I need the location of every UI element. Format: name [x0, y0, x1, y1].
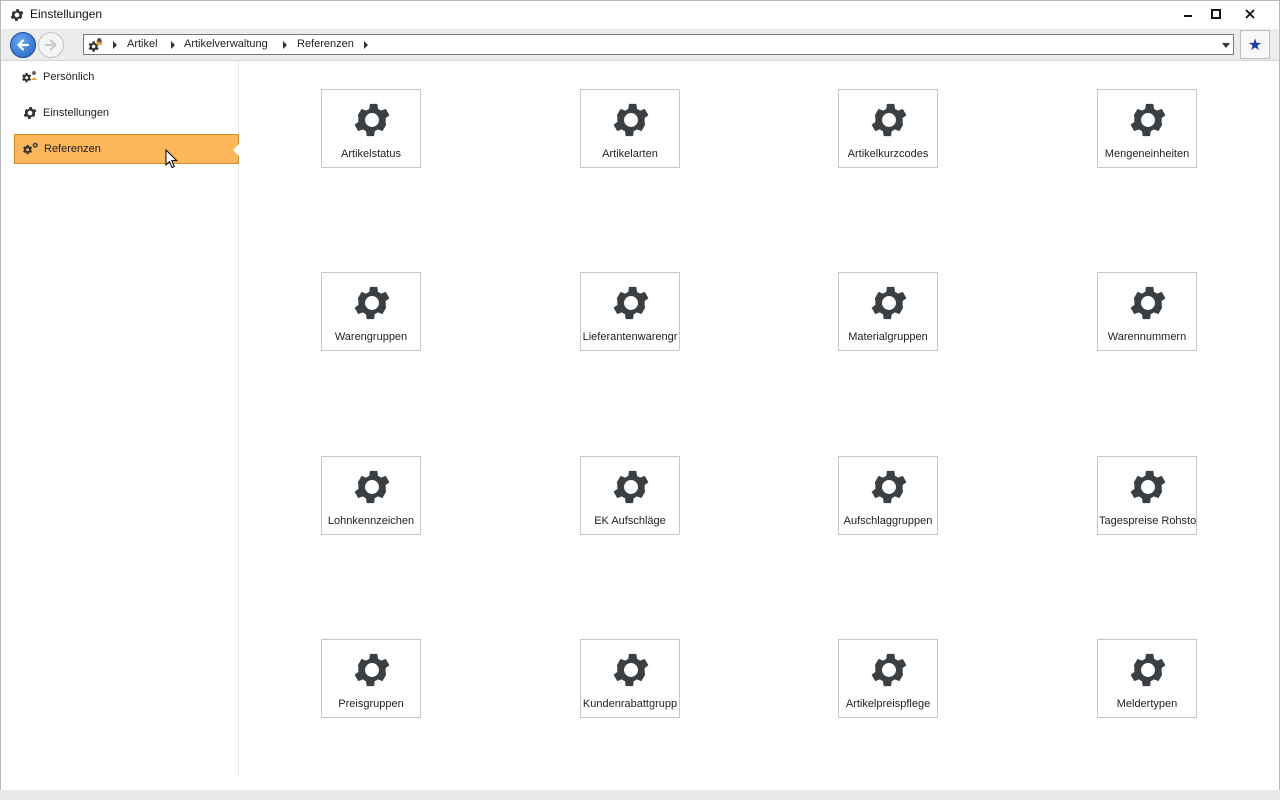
- tile-aufschlaggruppen[interactable]: Aufschlaggruppen: [838, 456, 938, 535]
- sidebar-item-einstellungen[interactable]: Einstellungen: [14, 98, 239, 128]
- tile-mengeneinheiten[interactable]: Mengeneinheiten: [1097, 89, 1197, 168]
- tile-artikelstatus[interactable]: Artikelstatus: [321, 89, 421, 168]
- arrow-left-icon: [17, 39, 30, 51]
- tile-artikelarten[interactable]: Artikelarten: [580, 89, 680, 168]
- tile-label: Preisgruppen: [338, 698, 404, 710]
- gear-icon: [1130, 103, 1166, 137]
- gear-icon: [871, 103, 907, 137]
- tile-label: Mengeneinheiten: [1104, 148, 1190, 160]
- gear-icon: [354, 103, 390, 137]
- gear-icon: [354, 470, 390, 504]
- tile-label: Warengruppen: [334, 331, 408, 343]
- sidebar-item-label: Referenzen: [44, 143, 101, 155]
- mouse-cursor-icon: [165, 149, 179, 169]
- breadcrumb-separator: [283, 41, 287, 49]
- maximize-icon: [1211, 9, 1221, 19]
- breadcrumb-separator: [113, 41, 117, 49]
- sidebar-item-referenzen[interactable]: Referenzen: [14, 134, 239, 164]
- tile-label: Kundenrabattgrupp: [582, 698, 678, 710]
- breadcrumb-referenzen[interactable]: Referenzen: [297, 38, 354, 50]
- close-icon: [1245, 9, 1255, 19]
- gear-icon: [871, 286, 907, 320]
- tile-preisgruppen[interactable]: Preisgruppen: [321, 639, 421, 718]
- address-dropdown-icon[interactable]: [1222, 43, 1230, 48]
- user-gear-icon: [22, 71, 37, 83]
- tile-meldertypen[interactable]: Meldertypen: [1097, 639, 1197, 718]
- gear-icon: [1130, 653, 1166, 687]
- tile-artikelkurzcodes[interactable]: Artikelkurzcodes: [838, 89, 938, 168]
- gear-icon: [10, 9, 24, 21]
- star-icon: ★: [1247, 36, 1263, 54]
- tile-artikelpreispflege[interactable]: Artikelpreispflege: [838, 639, 938, 718]
- gear-icon: [613, 286, 649, 320]
- tile-label: Lohnkennzeichen: [327, 515, 415, 527]
- tile-label: Tagespreise Rohstof: [1099, 515, 1196, 527]
- tile-warennummern[interactable]: Warennummern: [1097, 272, 1197, 351]
- tile-label: EK Aufschläge: [594, 515, 666, 527]
- sidebar: Persönlich Einstellungen Referenzen: [1, 61, 239, 777]
- sidebar-item-persoenlich[interactable]: Persönlich: [14, 62, 239, 92]
- tile-label: Aufschlaggruppen: [843, 515, 933, 527]
- gear-icon: [354, 653, 390, 687]
- breadcrumb-artikel[interactable]: Artikel: [127, 38, 158, 50]
- maximize-button[interactable]: [1199, 1, 1233, 27]
- tile-label: Warennummern: [1107, 331, 1187, 343]
- tile-label: Artikelpreispflege: [845, 698, 931, 710]
- reference-tiles-panel: Artikelstatus Artikelarten Artikelkurzcode…: [239, 61, 1279, 791]
- tile-lohnkennzeichen[interactable]: Lohnkennzeichen: [321, 456, 421, 535]
- forward-button[interactable]: [38, 32, 64, 58]
- sidebar-item-label: Persönlich: [43, 71, 95, 83]
- tile-label: Materialgruppen: [848, 331, 928, 343]
- tile-warengruppen[interactable]: Warengruppen: [321, 272, 421, 351]
- breadcrumb-artikelverwaltung[interactable]: Artikelverwaltung: [184, 38, 268, 50]
- tile-label: Meldertypen: [1116, 698, 1178, 710]
- tile-lieferantenwarengr[interactable]: Lieferantenwarengr: [580, 272, 680, 351]
- settings-window: Einstellungen Artikel Artikelverwaltung …: [0, 0, 1280, 800]
- navigation-bar: Artikel Artikelverwaltung Referenzen ★: [1, 29, 1279, 61]
- gear-icon: [613, 653, 649, 687]
- tile-label: Artikelkurzcodes: [847, 148, 929, 160]
- tile-label: Lieferantenwarengr: [582, 331, 678, 343]
- gear-icon: [23, 107, 37, 119]
- tile-label: Artikelarten: [602, 148, 658, 160]
- gear-icon: [613, 470, 649, 504]
- tile-materialgruppen[interactable]: Materialgruppen: [838, 272, 938, 351]
- breadcrumb-separator: [171, 41, 175, 49]
- tile-kundenrabattgrupp[interactable]: Kundenrabattgrupp: [580, 639, 680, 718]
- sidebar-item-label: Einstellungen: [43, 107, 110, 119]
- window-title: Einstellungen: [30, 7, 103, 21]
- gear-icon: [613, 103, 649, 137]
- favorites-button[interactable]: ★: [1240, 30, 1270, 59]
- breadcrumb-separator: [364, 41, 368, 49]
- back-button[interactable]: [10, 32, 36, 58]
- gear-icon: [354, 286, 390, 320]
- arrow-right-icon: [44, 39, 57, 51]
- title-bar: Einstellungen: [1, 1, 1279, 29]
- gear-icon: [871, 653, 907, 687]
- address-bar[interactable]: Artikel Artikelverwaltung Referenzen: [83, 34, 1234, 55]
- close-button[interactable]: [1233, 1, 1267, 27]
- gear-icon: [871, 470, 907, 504]
- gear-icon: [1130, 286, 1166, 320]
- reference-gear-icon: [23, 142, 38, 155]
- tile-ek-aufschläge[interactable]: EK Aufschläge: [580, 456, 680, 535]
- tile-label: Artikelstatus: [341, 148, 401, 160]
- settings-home-icon: [88, 38, 103, 52]
- status-strip: [0, 790, 1280, 800]
- minimize-icon: [1184, 15, 1192, 17]
- gear-icon: [1130, 470, 1166, 504]
- tile-tagespreise-rohstof[interactable]: Tagespreise Rohstof: [1097, 456, 1197, 535]
